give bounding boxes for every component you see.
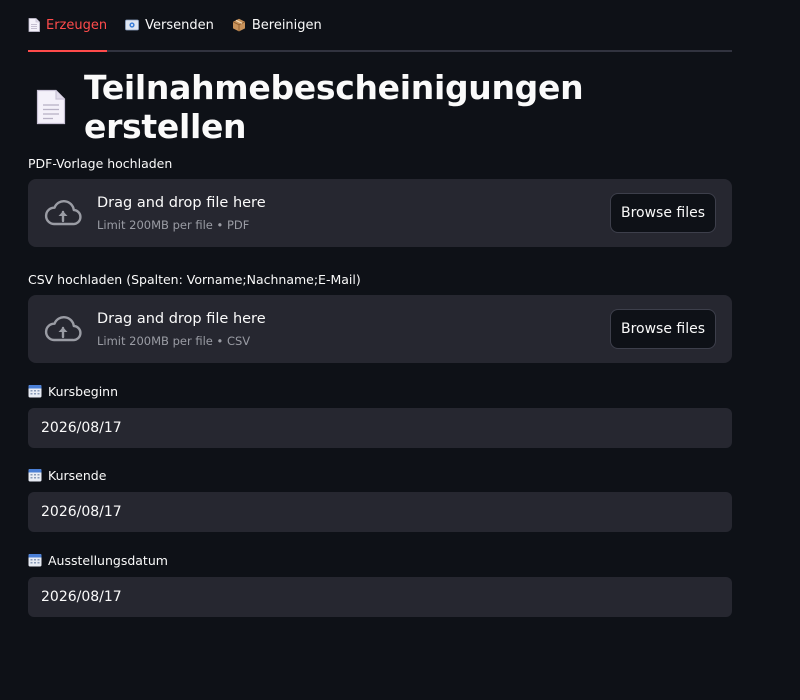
tab-bereinigen[interactable]: Bereinigen bbox=[232, 0, 322, 50]
tab-label: Erzeugen bbox=[46, 17, 108, 33]
csv-uploader-label: CSV hochladen (Spalten: Vorname;Nachname… bbox=[28, 271, 361, 287]
calendar-icon bbox=[28, 553, 42, 567]
page-icon bbox=[28, 18, 40, 32]
browse-files-button[interactable]: Browse files bbox=[610, 193, 716, 233]
dropzone-instruction: Drag and drop file here bbox=[97, 195, 266, 211]
pdf-uploader-section: PDF-Vorlage hochladen Drag and drop file… bbox=[28, 153, 732, 247]
kursende-section: Kursende 2026/08/17 bbox=[28, 465, 732, 532]
envelope-icon bbox=[125, 19, 140, 31]
calendar-icon bbox=[28, 384, 42, 398]
tab-versenden[interactable]: Versenden bbox=[125, 0, 214, 50]
cloud-upload-icon bbox=[43, 197, 83, 233]
kursende-label: Kursende bbox=[28, 465, 732, 485]
date-label-text: Ausstellungsdatum bbox=[48, 552, 168, 568]
ausstellungsdatum-date-input[interactable]: 2026/08/17 bbox=[28, 577, 732, 617]
dropzone-text: Drag and drop file here Limit 200MB per … bbox=[97, 193, 266, 234]
pdf-dropzone[interactable]: Drag and drop file here Limit 200MB per … bbox=[28, 179, 732, 247]
page-header: Teilnahmebescheinigungen erstellen bbox=[28, 68, 732, 146]
browse-files-button[interactable]: Browse files bbox=[610, 309, 716, 349]
csv-dropzone[interactable]: Drag and drop file here Limit 200MB per … bbox=[28, 295, 732, 363]
dropzone-text: Drag and drop file here Limit 200MB per … bbox=[97, 309, 266, 350]
pdf-uploader-label: PDF-Vorlage hochladen bbox=[28, 155, 173, 171]
tab-erzeugen[interactable]: Erzeugen bbox=[28, 0, 108, 52]
main-content: Erzeugen Versenden Bereinigen Teilnahmeb… bbox=[28, 0, 732, 617]
date-label-text: Kursende bbox=[48, 467, 107, 483]
tab-label: Versenden bbox=[145, 17, 214, 33]
kursbeginn-label: Kursbeginn bbox=[28, 381, 732, 401]
dropzone-limit: Limit 200MB per file • CSV bbox=[97, 334, 251, 348]
calendar-icon bbox=[28, 468, 42, 482]
tab-label: Bereinigen bbox=[251, 17, 322, 33]
ausstellungsdatum-section: Ausstellungsdatum 2026/08/17 bbox=[28, 550, 732, 617]
tab-bar: Erzeugen Versenden Bereinigen bbox=[28, 0, 732, 52]
csv-uploader-section: CSV hochladen (Spalten: Vorname;Nachname… bbox=[28, 269, 732, 363]
kursende-date-input[interactable]: 2026/08/17 bbox=[28, 492, 732, 532]
page-title: Teilnahmebescheinigungen erstellen bbox=[84, 68, 584, 146]
dropzone-limit: Limit 200MB per file • PDF bbox=[97, 218, 250, 232]
dropzone-instruction: Drag and drop file here bbox=[97, 311, 266, 327]
ausstellungsdatum-label: Ausstellungsdatum bbox=[28, 550, 732, 570]
date-label-text: Kursbeginn bbox=[48, 383, 119, 399]
cloud-upload-icon bbox=[43, 313, 83, 349]
package-icon bbox=[232, 18, 246, 32]
kursbeginn-section: Kursbeginn 2026/08/17 bbox=[28, 381, 732, 448]
page-icon bbox=[36, 89, 66, 125]
kursbeginn-date-input[interactable]: 2026/08/17 bbox=[28, 408, 732, 448]
